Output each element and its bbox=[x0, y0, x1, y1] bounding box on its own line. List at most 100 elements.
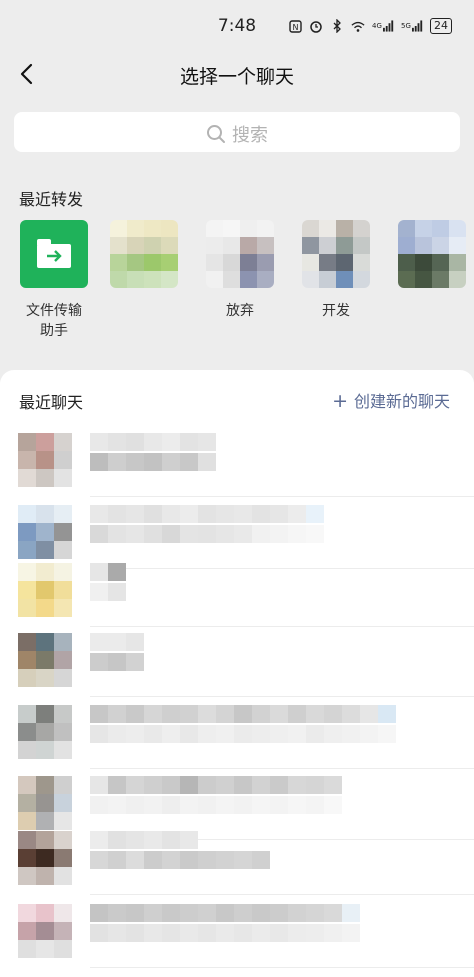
avatar-pixel bbox=[36, 776, 54, 794]
blur-pixel bbox=[198, 705, 216, 723]
blur-pixel bbox=[198, 725, 216, 743]
avatar-pixel bbox=[18, 723, 36, 741]
avatar-pixel bbox=[415, 220, 432, 237]
chat-row[interactable] bbox=[0, 563, 474, 635]
blur-pixel bbox=[306, 505, 324, 523]
blur-pixel bbox=[90, 725, 108, 743]
chat-row[interactable] bbox=[0, 433, 474, 505]
avatar-pixel bbox=[54, 451, 72, 469]
avatar-pixel bbox=[206, 254, 223, 271]
avatar-pixel bbox=[54, 940, 72, 958]
create-new-chat-label: 创建新的聊天 bbox=[353, 392, 450, 411]
recent-forward-item[interactable] bbox=[396, 220, 468, 301]
blur-pixel bbox=[108, 563, 126, 581]
blur-pixel bbox=[252, 776, 270, 794]
blur-pixel bbox=[144, 904, 162, 922]
avatar-pixel bbox=[18, 451, 36, 469]
avatar-pixel bbox=[36, 705, 54, 723]
search-input[interactable]: 搜索 bbox=[14, 112, 460, 152]
avatar bbox=[18, 563, 72, 617]
avatar bbox=[18, 633, 72, 687]
avatar bbox=[18, 831, 72, 885]
blur-pixel bbox=[216, 725, 234, 743]
avatar-pixel bbox=[240, 271, 257, 288]
avatar-pixel bbox=[18, 922, 36, 940]
blur-pixel bbox=[108, 433, 126, 451]
avatar-pixel bbox=[18, 904, 36, 922]
blur-pixel bbox=[90, 433, 108, 451]
avatar-pixel bbox=[257, 220, 274, 237]
blur-pixel bbox=[90, 705, 108, 723]
avatar-pixel bbox=[54, 669, 72, 687]
avatar-pixel bbox=[18, 831, 36, 849]
blur-pixel bbox=[108, 725, 126, 743]
avatar-pixel bbox=[161, 237, 178, 254]
blur-pixel bbox=[306, 924, 324, 942]
blur-pixel bbox=[108, 851, 126, 869]
blur-pixel bbox=[180, 725, 198, 743]
chat-name bbox=[90, 505, 324, 523]
blur-pixel bbox=[90, 505, 108, 523]
avatar-pixel bbox=[449, 220, 466, 237]
avatar-pixel bbox=[336, 254, 353, 271]
avatar-pixel bbox=[54, 849, 72, 867]
recent-forward-item[interactable]: 开发 bbox=[300, 220, 372, 321]
avatar-pixel bbox=[415, 254, 432, 271]
recent-forward-item[interactable]: 放弃 bbox=[204, 220, 276, 321]
recent-chats-panel: 最近聊天 + 创建新的聊天 bbox=[0, 370, 474, 977]
avatar-pixel bbox=[54, 705, 72, 723]
chat-last-message bbox=[90, 796, 342, 814]
chat-row[interactable] bbox=[0, 705, 474, 777]
blur-pixel bbox=[360, 705, 378, 723]
avatar-pixel bbox=[36, 541, 54, 559]
blur-pixel bbox=[162, 851, 180, 869]
blur-pixel bbox=[90, 583, 108, 601]
recent-forward-file-transfer[interactable]: 文件传输 助手 bbox=[18, 220, 90, 341]
blur-pixel bbox=[126, 851, 144, 869]
blur-pixel bbox=[90, 633, 108, 651]
avatar-pixel bbox=[336, 237, 353, 254]
avatar-pixel bbox=[18, 505, 36, 523]
blur-pixel bbox=[324, 776, 342, 794]
blur-pixel bbox=[108, 633, 126, 651]
avatar-pixel bbox=[257, 237, 274, 254]
blur-pixel bbox=[288, 505, 306, 523]
recent-forward-item[interactable] bbox=[108, 220, 180, 301]
avatar-pixel bbox=[18, 940, 36, 958]
avatar-pixel bbox=[223, 271, 240, 288]
avatar-pixel bbox=[127, 271, 144, 288]
chat-row[interactable] bbox=[0, 831, 474, 903]
avatar-pixel bbox=[36, 812, 54, 830]
alarm-icon bbox=[309, 19, 323, 33]
blur-pixel bbox=[216, 851, 234, 869]
avatar-pixel bbox=[223, 237, 240, 254]
blur-pixel bbox=[90, 924, 108, 942]
svg-text:N: N bbox=[292, 23, 298, 32]
chat-name bbox=[90, 776, 342, 794]
create-new-chat-button[interactable]: + 创建新的聊天 bbox=[332, 388, 450, 412]
chat-last-message bbox=[90, 453, 216, 471]
avatar-pixel bbox=[18, 776, 36, 794]
blur-pixel bbox=[324, 796, 342, 814]
blur-pixel bbox=[144, 796, 162, 814]
avatar bbox=[18, 705, 72, 759]
chat-last-message bbox=[90, 725, 396, 743]
avatar bbox=[18, 776, 72, 830]
blur-pixel bbox=[198, 796, 216, 814]
blur-pixel bbox=[378, 705, 396, 723]
avatar-pixel bbox=[110, 237, 127, 254]
blur-pixel bbox=[234, 851, 252, 869]
blur-pixel bbox=[162, 924, 180, 942]
battery-icon: 24 bbox=[430, 18, 452, 34]
chat-row[interactable] bbox=[0, 904, 474, 976]
avatar-pixel bbox=[144, 237, 161, 254]
blur-pixel bbox=[234, 924, 252, 942]
recent-forward-label: 放弃 bbox=[226, 303, 254, 319]
blur-pixel bbox=[270, 924, 288, 942]
chat-name bbox=[90, 433, 216, 451]
avatar-pixel bbox=[18, 541, 36, 559]
avatar-pixel bbox=[18, 581, 36, 599]
blur-pixel bbox=[324, 705, 342, 723]
blur-pixel bbox=[180, 505, 198, 523]
chat-row[interactable] bbox=[0, 633, 474, 705]
